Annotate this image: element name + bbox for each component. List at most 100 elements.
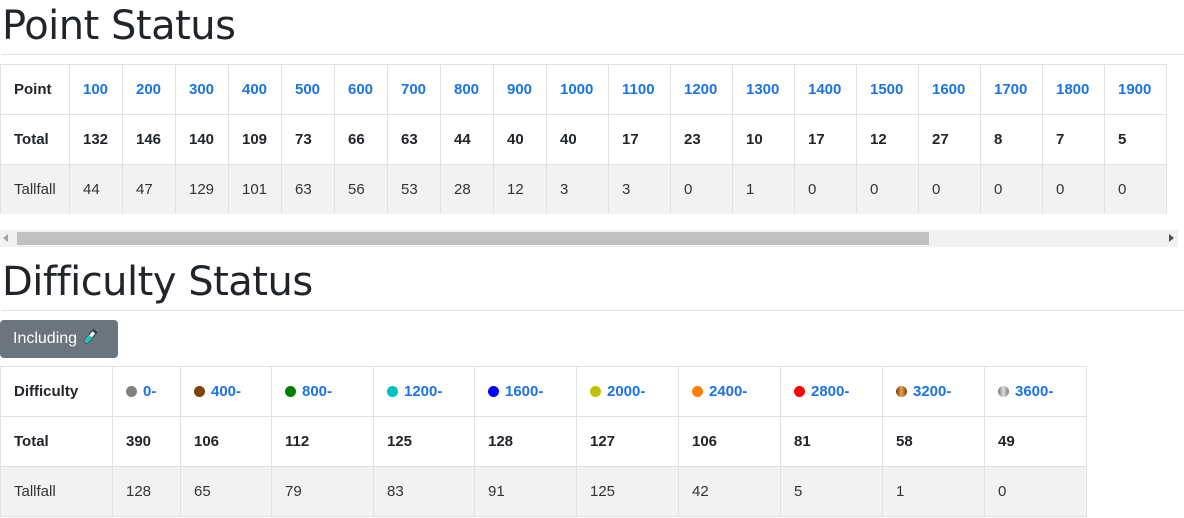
point-total-cell: 73 [281, 114, 335, 165]
difficulty-total-cell: 106 [678, 416, 781, 467]
point-link-300[interactable]: 300 [189, 81, 214, 98]
point-user-cell: 101 [228, 164, 282, 214]
difficulty-circle-icon [387, 386, 398, 397]
difficulty-circle-icon [194, 386, 205, 397]
point-link-700[interactable]: 700 [401, 81, 426, 98]
point-total-cell: 10 [732, 114, 795, 165]
difficulty-link-2000[interactable]: 2000- [607, 383, 645, 400]
point-user-cell: 56 [334, 164, 388, 214]
point-link-1400[interactable]: 1400 [808, 81, 841, 98]
point-header-cell: 700 [387, 64, 441, 115]
point-header-cell: 1500 [856, 64, 919, 115]
point-user-cell: 0 [980, 164, 1043, 214]
difficulty-header-cell: 2000- [576, 366, 679, 417]
point-header-cell: 1400 [794, 64, 857, 115]
difficulty-link-2800[interactable]: 2800- [811, 383, 849, 400]
difficulty-link-3200[interactable]: 3200- [913, 383, 951, 400]
point-link-400[interactable]: 400 [242, 81, 267, 98]
difficulty-header-content: 3200- [896, 383, 951, 400]
difficulty-circle-icon [896, 386, 907, 397]
point-user-cell: 0 [670, 164, 733, 214]
point-link-1800[interactable]: 1800 [1056, 81, 1089, 98]
point-user-cell: 0 [1042, 164, 1105, 214]
point-total-cell: 109 [228, 114, 282, 165]
scrollbar-thumb[interactable] [17, 232, 929, 245]
difficulty-user-cell: 91 [474, 466, 577, 517]
point-link-1600[interactable]: 1600 [932, 81, 965, 98]
test-tube-icon [81, 328, 99, 351]
point-header-cell: 300 [175, 64, 229, 115]
difficulty-link-800[interactable]: 800- [302, 383, 332, 400]
point-link-1100[interactable]: 1100 [622, 81, 655, 98]
difficulty-total-cell: 128 [474, 416, 577, 467]
point-link-500[interactable]: 500 [295, 81, 320, 98]
point-link-1500[interactable]: 1500 [870, 81, 903, 98]
point-link-1700[interactable]: 1700 [994, 81, 1027, 98]
difficulty-user-cell: 83 [373, 466, 475, 517]
point-header-cell: 1300 [732, 64, 795, 115]
point-header-cell: 200 [122, 64, 176, 115]
point-link-1300[interactable]: 1300 [746, 81, 779, 98]
point-header-label: Point [0, 64, 70, 115]
point-link-600[interactable]: 600 [348, 81, 373, 98]
point-header-cell: 400 [228, 64, 282, 115]
difficulty-header-row: Difficulty 0- 400- 800- 1200- 1600- 2000- 2400… [0, 366, 1087, 417]
difficulty-user-cell: 5 [780, 466, 883, 517]
difficulty-total-cell: 390 [112, 416, 181, 467]
difficulty-header-cell: 800- [271, 366, 374, 417]
difficulty-circle-icon [998, 386, 1009, 397]
difficulty-header-cell: 400- [180, 366, 272, 417]
point-link-800[interactable]: 800 [454, 81, 479, 98]
point-total-cell: 5 [1104, 114, 1167, 165]
difficulty-user-cell: 128 [112, 466, 181, 517]
point-header-cell: 1000 [546, 64, 609, 115]
scroll-right-arrow-icon[interactable] [1169, 234, 1174, 242]
point-header-cell: 600 [334, 64, 388, 115]
point-link-1000[interactable]: 1000 [560, 81, 593, 98]
difficulty-status-table-container: Difficulty 0- 400- 800- 1200- 1600- 2000- 2400… [0, 366, 1179, 518]
scroll-left-arrow-icon[interactable] [3, 234, 8, 242]
difficulty-header-content: 2000- [590, 383, 645, 400]
point-total-cell: 63 [387, 114, 441, 165]
horizontal-scrollbar[interactable] [0, 230, 1178, 247]
point-status-title: Point Status [2, 3, 236, 49]
point-header-cell: 1200 [670, 64, 733, 115]
difficulty-circle-icon [488, 386, 499, 397]
difficulty-user-cell: 79 [271, 466, 374, 517]
point-link-1900[interactable]: 1900 [1118, 81, 1151, 98]
point-total-cell: 66 [334, 114, 388, 165]
difficulty-link-400[interactable]: 400- [211, 383, 241, 400]
point-user-cell: 3 [546, 164, 609, 214]
point-total-cell: 17 [794, 114, 857, 165]
point-user-cell: 63 [281, 164, 335, 214]
difficulty-total-cell: 127 [576, 416, 679, 467]
difficulty-link-0[interactable]: 0- [143, 383, 156, 400]
point-link-1200[interactable]: 1200 [684, 81, 717, 98]
point-status-table: Point 100 200 300 400 500 600 700 800 900 1000 110… [0, 64, 1167, 214]
difficulty-header-label: Difficulty [0, 366, 113, 417]
difficulty-header-content: 3600- [998, 383, 1053, 400]
point-status-table-container[interactable]: Point 100 200 300 400 500 600 700 800 900 1000 110… [0, 64, 1179, 214]
difficulty-circle-icon [692, 386, 703, 397]
point-header-cell: 500 [281, 64, 335, 115]
point-user-cell: 47 [122, 164, 176, 214]
including-toggle-button[interactable]: Including [0, 320, 118, 358]
difficulty-user-cell: 0 [984, 466, 1087, 517]
point-header-cell: 1100 [608, 64, 671, 115]
difficulty-link-1600[interactable]: 1600- [505, 383, 543, 400]
point-user-cell: 0 [1104, 164, 1167, 214]
point-link-100[interactable]: 100 [83, 81, 108, 98]
point-user-cell: 1 [732, 164, 795, 214]
point-total-cell: 12 [856, 114, 919, 165]
difficulty-header-cell: 0- [112, 366, 181, 417]
difficulty-header-cell: 2400- [678, 366, 781, 417]
difficulty-link-1200[interactable]: 1200- [404, 383, 442, 400]
difficulty-circle-icon [126, 386, 137, 397]
point-link-200[interactable]: 200 [136, 81, 161, 98]
difficulty-link-3600[interactable]: 3600- [1015, 383, 1053, 400]
point-user-cell: 3 [608, 164, 671, 214]
difficulty-link-2400[interactable]: 2400- [709, 383, 747, 400]
point-link-900[interactable]: 900 [507, 81, 532, 98]
point-total-cell: 27 [918, 114, 981, 165]
difficulty-user-label: Tallfall [0, 466, 113, 517]
